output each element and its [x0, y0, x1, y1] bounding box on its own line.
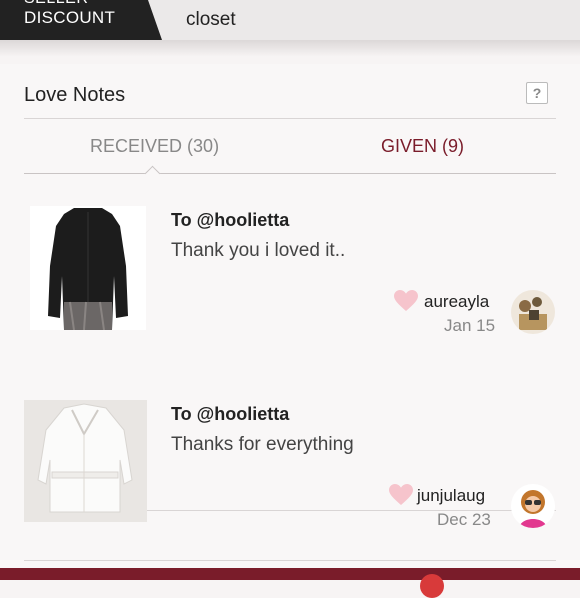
note-recipient: To @hoolietta — [171, 404, 290, 424]
note-message: Thank you i loved it.. — [171, 240, 346, 261]
note-recipient: To @hoolietta — [171, 210, 290, 230]
question-mark-icon: ? — [532, 85, 542, 101]
tab-underline — [24, 173, 556, 174]
note-username[interactable]: aureayla — [424, 292, 489, 312]
tab-given-label: GIVEN (9) — [381, 136, 465, 156]
user-avatar[interactable] — [511, 484, 555, 528]
note-message: Thanks for everything — [171, 434, 354, 455]
seller-discount-badge: SELLER DISCOUNT — [0, 0, 162, 40]
badge-line-1: SELLER — [24, 0, 88, 8]
tab-received-label: RECEIVED — [90, 136, 183, 156]
notification-dot — [420, 574, 444, 598]
white-coat-photo — [24, 400, 147, 522]
tab-received[interactable]: RECEIVED (30) — [90, 136, 219, 157]
note-divider — [24, 560, 556, 561]
bottom-navigation-bar — [0, 568, 580, 580]
heart-icon — [394, 290, 418, 312]
note-username[interactable]: junjulaug — [417, 486, 485, 506]
listing-thumbnail[interactable] — [24, 400, 147, 522]
user-avatar[interactable] — [511, 290, 555, 334]
love-notes-card: Love Notes ? RECEIVED (30) GIVEN (9) To … — [0, 64, 580, 580]
love-notes-title: Love Notes — [24, 84, 126, 106]
listing-thumbnail[interactable] — [30, 206, 146, 330]
active-tab-indicator — [144, 165, 161, 182]
note-date: Jan 15 — [444, 316, 496, 335]
tab-given[interactable]: GIVEN (9) — [381, 136, 464, 157]
closet-label: closet — [186, 9, 236, 30]
heart-icon — [389, 484, 413, 506]
header-shadow — [0, 40, 580, 64]
badge-line-2: DISCOUNT — [24, 8, 116, 27]
help-button[interactable]: ? — [526, 82, 548, 104]
title-divider — [24, 118, 556, 119]
closet-header: SELLER DISCOUNT closet — [0, 0, 580, 40]
black-jacket-photo — [30, 206, 146, 330]
tab-received-count: (30) — [187, 136, 220, 156]
note-date: Dec 23 — [437, 510, 491, 529]
